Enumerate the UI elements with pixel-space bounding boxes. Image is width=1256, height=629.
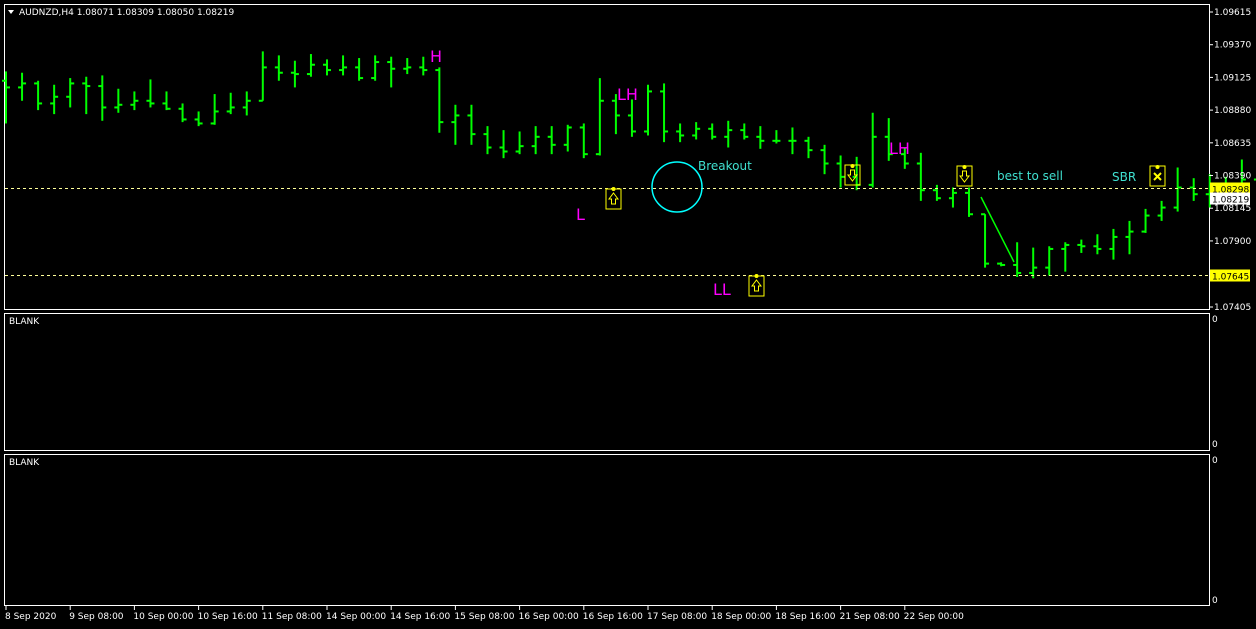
- main-panel-frame: [4, 4, 1210, 310]
- marker-dot: [611, 187, 616, 191]
- x-tick-label: 9 Sep 08:00: [69, 612, 124, 622]
- annotation-label: SBR: [1112, 170, 1136, 184]
- y-tick-label: 1.07900: [1214, 237, 1251, 247]
- x-tick-label: 10 Sep 00:00: [133, 612, 193, 622]
- marker-dot: [962, 165, 967, 169]
- y-tick-label: 1.09370: [1214, 41, 1251, 51]
- y-tick-label: 1.09125: [1214, 73, 1251, 83]
- time-axis: 8 Sep 2020 9 Sep 08:00 10 Sep 00:00 10 Sep …: [5, 606, 964, 622]
- annotation-label: Breakout: [698, 159, 752, 173]
- y-tick-label: 1.08880: [1214, 106, 1251, 116]
- x-tick-label: 21 Sep 08:00: [840, 612, 900, 622]
- panel-1-scale-bottom: 0: [1212, 440, 1218, 450]
- price-level-tag-text: 1.07645: [1212, 273, 1249, 283]
- panel-1-scale-top: 0: [1212, 315, 1218, 325]
- panel-2-label: BLANK: [9, 458, 40, 468]
- indicator-panel-2-frame: [4, 454, 1210, 606]
- symbol-title: AUDNZD,H4 1.08071 1.08309 1.08050 1.0821…: [19, 8, 234, 18]
- indicator-panel-1-frame: [4, 313, 1210, 451]
- x-tick-label: 22 Sep 00:00: [904, 612, 964, 622]
- marker-dot: [850, 164, 855, 168]
- x-tick-label: 15 Sep 08:00: [454, 612, 514, 622]
- x-tick-label: 14 Sep 00:00: [326, 612, 386, 622]
- price-axis: 1.09615 1.09370 1.09125 1.08880 1.08635 1.083…: [1209, 8, 1251, 313]
- y-tick-label: 1.09615: [1214, 8, 1251, 18]
- x-tick-label: 10 Sep 16:00: [198, 612, 258, 622]
- x-tick-label: 16 Sep 00:00: [519, 612, 579, 622]
- x-tick-label: 14 Sep 16:00: [390, 612, 450, 622]
- annotation-label: L: [576, 205, 585, 224]
- panel-1-label: BLANK: [9, 317, 40, 327]
- marker-dot: [1155, 165, 1160, 169]
- x-tick-label: 16 Sep 16:00: [583, 612, 643, 622]
- x-tick-label: 11 Sep 08:00: [262, 612, 322, 622]
- annotation-label: LH: [617, 85, 638, 104]
- x-tick-label: 18 Sep 00:00: [711, 612, 771, 622]
- x-tick-label: 8 Sep 2020: [5, 612, 57, 622]
- annotation-label: H: [430, 47, 442, 66]
- annotation-label: LL: [713, 280, 731, 299]
- panel-2-scale-top: 0: [1212, 456, 1218, 466]
- marker-dot: [754, 274, 759, 278]
- y-tick-label: 1.08635: [1214, 139, 1251, 149]
- x-tick-label: 18 Sep 16:00: [775, 612, 835, 622]
- panel-2-scale-bottom: 0: [1212, 596, 1218, 606]
- y-tick-label: 1.08145: [1214, 204, 1251, 214]
- y-tick-label: 1.08390: [1214, 172, 1251, 182]
- y-tick-label: 1.07405: [1214, 303, 1251, 313]
- annotation-label: LH: [889, 139, 910, 158]
- price-chart[interactable]: AUDNZD,H4 1.08071 1.08309 1.08050 1.0821…: [0, 0, 1256, 629]
- x-tick-label: 17 Sep 08:00: [647, 612, 707, 622]
- annotation-label: best to sell: [997, 169, 1063, 183]
